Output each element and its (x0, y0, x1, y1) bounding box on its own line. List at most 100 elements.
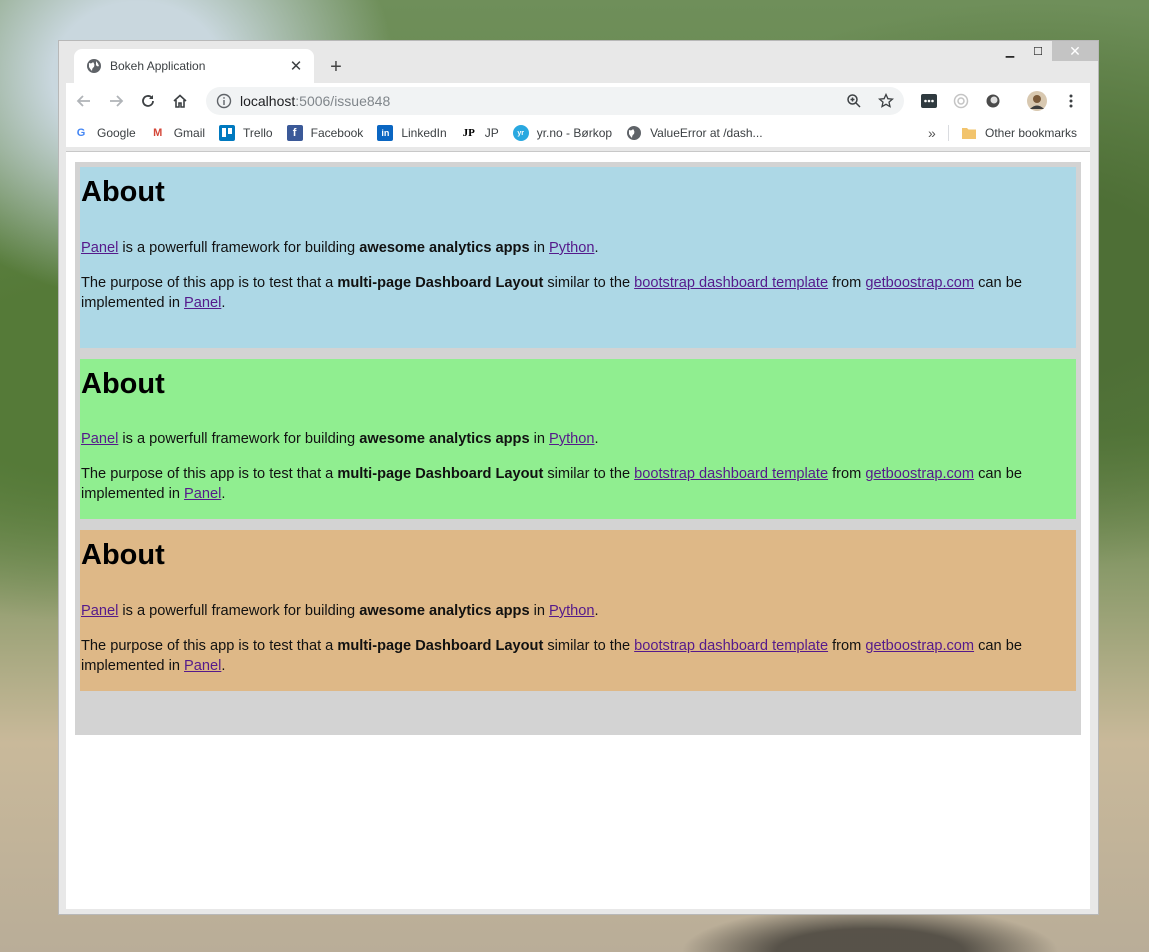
bold-text: awesome analytics apps (359, 431, 530, 447)
other-bookmarks-label: Other bookmarks (985, 126, 1078, 140)
text-span: . (594, 603, 599, 619)
bookmark-jp[interactable]: JP JP (454, 121, 506, 145)
about-card-green: About Panel is a powerfull framework for… (80, 359, 1076, 519)
bold-text: multi-page Dashboard Layout (337, 275, 544, 291)
address-bar[interactable]: localhost:5006/issue848 (206, 87, 904, 115)
text-span: similar to the (543, 638, 635, 654)
getbootstrap-link[interactable]: getboostrap.com (865, 638, 974, 654)
card-paragraph-intro: Panel is a powerfull framework for build… (81, 601, 1031, 621)
jp-icon: JP (462, 127, 475, 139)
minimize-icon[interactable]: ▁ (996, 41, 1024, 61)
card-paragraph-purpose: The purpose of this app is to test that … (81, 464, 1031, 504)
text-span: is a powerfull framework for building (118, 431, 360, 447)
google-icon: G (76, 127, 86, 139)
zoom-icon (847, 94, 861, 108)
bookmark-yr[interactable]: yr yr.no - Børkop (506, 121, 619, 145)
bookmark-facebook[interactable]: f Facebook (280, 121, 371, 145)
bootstrap-template-link[interactable]: bootstrap dashboard template (634, 466, 828, 482)
url-host: localhost (240, 93, 296, 109)
bookmark-star-button[interactable] (872, 87, 900, 115)
extension-button-3[interactable] (979, 87, 1007, 115)
card-paragraph-intro: Panel is a powerfull framework for build… (81, 238, 1031, 258)
other-bookmarks-button[interactable]: Other bookmarks (954, 121, 1084, 145)
bookmark-valueerror[interactable]: ValueError at /dash... (619, 121, 770, 145)
panel-link[interactable]: Panel (81, 431, 118, 447)
bookmark-trello[interactable]: Trello (212, 121, 280, 145)
url-text[interactable]: localhost:5006/issue848 (240, 93, 840, 109)
zoom-button[interactable] (840, 87, 868, 115)
window-controls: ▁ ☐ ✕ (996, 41, 1098, 61)
close-tab-icon[interactable]: ✕ (284, 54, 308, 78)
text-span: from (828, 275, 866, 291)
bookmark-label: Gmail (173, 126, 206, 140)
panel-link[interactable]: Panel (81, 240, 118, 256)
globe-icon (627, 126, 642, 140)
avatar (1027, 91, 1047, 111)
card-heading: About (81, 176, 165, 208)
text-span: is a powerfull framework for building (118, 240, 360, 256)
text-span: is a powerfull framework for building (118, 603, 360, 619)
card-paragraph-purpose: The purpose of this app is to test that … (81, 636, 1031, 676)
bookmark-label: Trello (243, 126, 273, 140)
bookmarks-overflow-button[interactable]: » (928, 121, 936, 145)
trello-icon (219, 125, 236, 141)
extension-button-2[interactable] (947, 87, 975, 115)
text-span: The purpose of this app is to test that … (81, 466, 338, 482)
cards-container: About Panel is a powerfull framework for… (75, 162, 1081, 735)
browser-window: Bokeh Application ✕ + ▁ ☐ ✕ localhost:50… (59, 41, 1098, 914)
bootstrap-template-link[interactable]: bootstrap dashboard template (634, 638, 828, 654)
extension-dots-icon (921, 94, 937, 108)
card-heading: About (81, 539, 165, 571)
browser-toolbar: localhost:5006/issue848 (66, 83, 1090, 119)
bookmark-google[interactable]: G Google (66, 121, 143, 145)
info-icon[interactable] (216, 93, 232, 109)
back-button[interactable] (70, 87, 98, 115)
linkedin-icon: in (377, 125, 394, 141)
text-span: The purpose of this app is to test that … (81, 275, 338, 291)
bootstrap-template-link[interactable]: bootstrap dashboard template (634, 275, 828, 291)
extension-circle-icon (986, 94, 1000, 108)
text-span: in (529, 431, 550, 447)
panel-link[interactable]: Panel (184, 295, 221, 311)
maximize-icon[interactable]: ☐ (1024, 41, 1052, 61)
text-span: similar to the (543, 275, 635, 291)
bold-text: multi-page Dashboard Layout (337, 638, 544, 654)
about-card-tan: About Panel is a powerfull framework for… (80, 530, 1076, 691)
bookmark-gmail[interactable]: M Gmail (143, 121, 212, 145)
getbootstrap-link[interactable]: getboostrap.com (865, 275, 974, 291)
python-link[interactable]: Python (549, 240, 594, 256)
globe-icon (87, 59, 101, 73)
reload-button[interactable] (134, 87, 162, 115)
bookmark-label: JP (484, 126, 499, 140)
text-span: The purpose of this app is to test that … (81, 638, 338, 654)
close-window-icon[interactable]: ✕ (1052, 41, 1098, 61)
text-span: from (828, 638, 866, 654)
profile-button[interactable] (1023, 87, 1051, 115)
forward-button[interactable] (102, 87, 130, 115)
panel-link[interactable]: Panel (81, 603, 118, 619)
panel-link[interactable]: Panel (184, 486, 221, 502)
text-span: . (221, 486, 226, 502)
text-span: similar to the (543, 466, 635, 482)
bookmark-label: yr.no - Børkop (536, 126, 613, 140)
home-icon (173, 94, 187, 108)
extension-button-1[interactable] (915, 87, 943, 115)
facebook-icon: f (286, 125, 303, 141)
home-button[interactable] (166, 87, 194, 115)
text-span: in (529, 603, 550, 619)
getbootstrap-link[interactable]: getboostrap.com (865, 466, 974, 482)
python-link[interactable]: Python (549, 603, 594, 619)
bookmarks-divider (948, 125, 949, 141)
card-heading: About (81, 368, 165, 400)
text-span: in (529, 240, 550, 256)
bookmarks-bar: G Google M Gmail Trello f Facebook in Li… (66, 119, 1090, 147)
text-span: . (594, 431, 599, 447)
bookmark-linkedin[interactable]: in LinkedIn (370, 121, 453, 145)
menu-button[interactable] (1057, 87, 1085, 115)
python-link[interactable]: Python (549, 431, 594, 447)
browser-tab[interactable]: Bokeh Application ✕ (74, 49, 314, 83)
text-span: . (594, 240, 599, 256)
panel-link[interactable]: Panel (184, 658, 221, 674)
text-span: from (828, 466, 866, 482)
new-tab-button[interactable]: + (323, 54, 349, 80)
